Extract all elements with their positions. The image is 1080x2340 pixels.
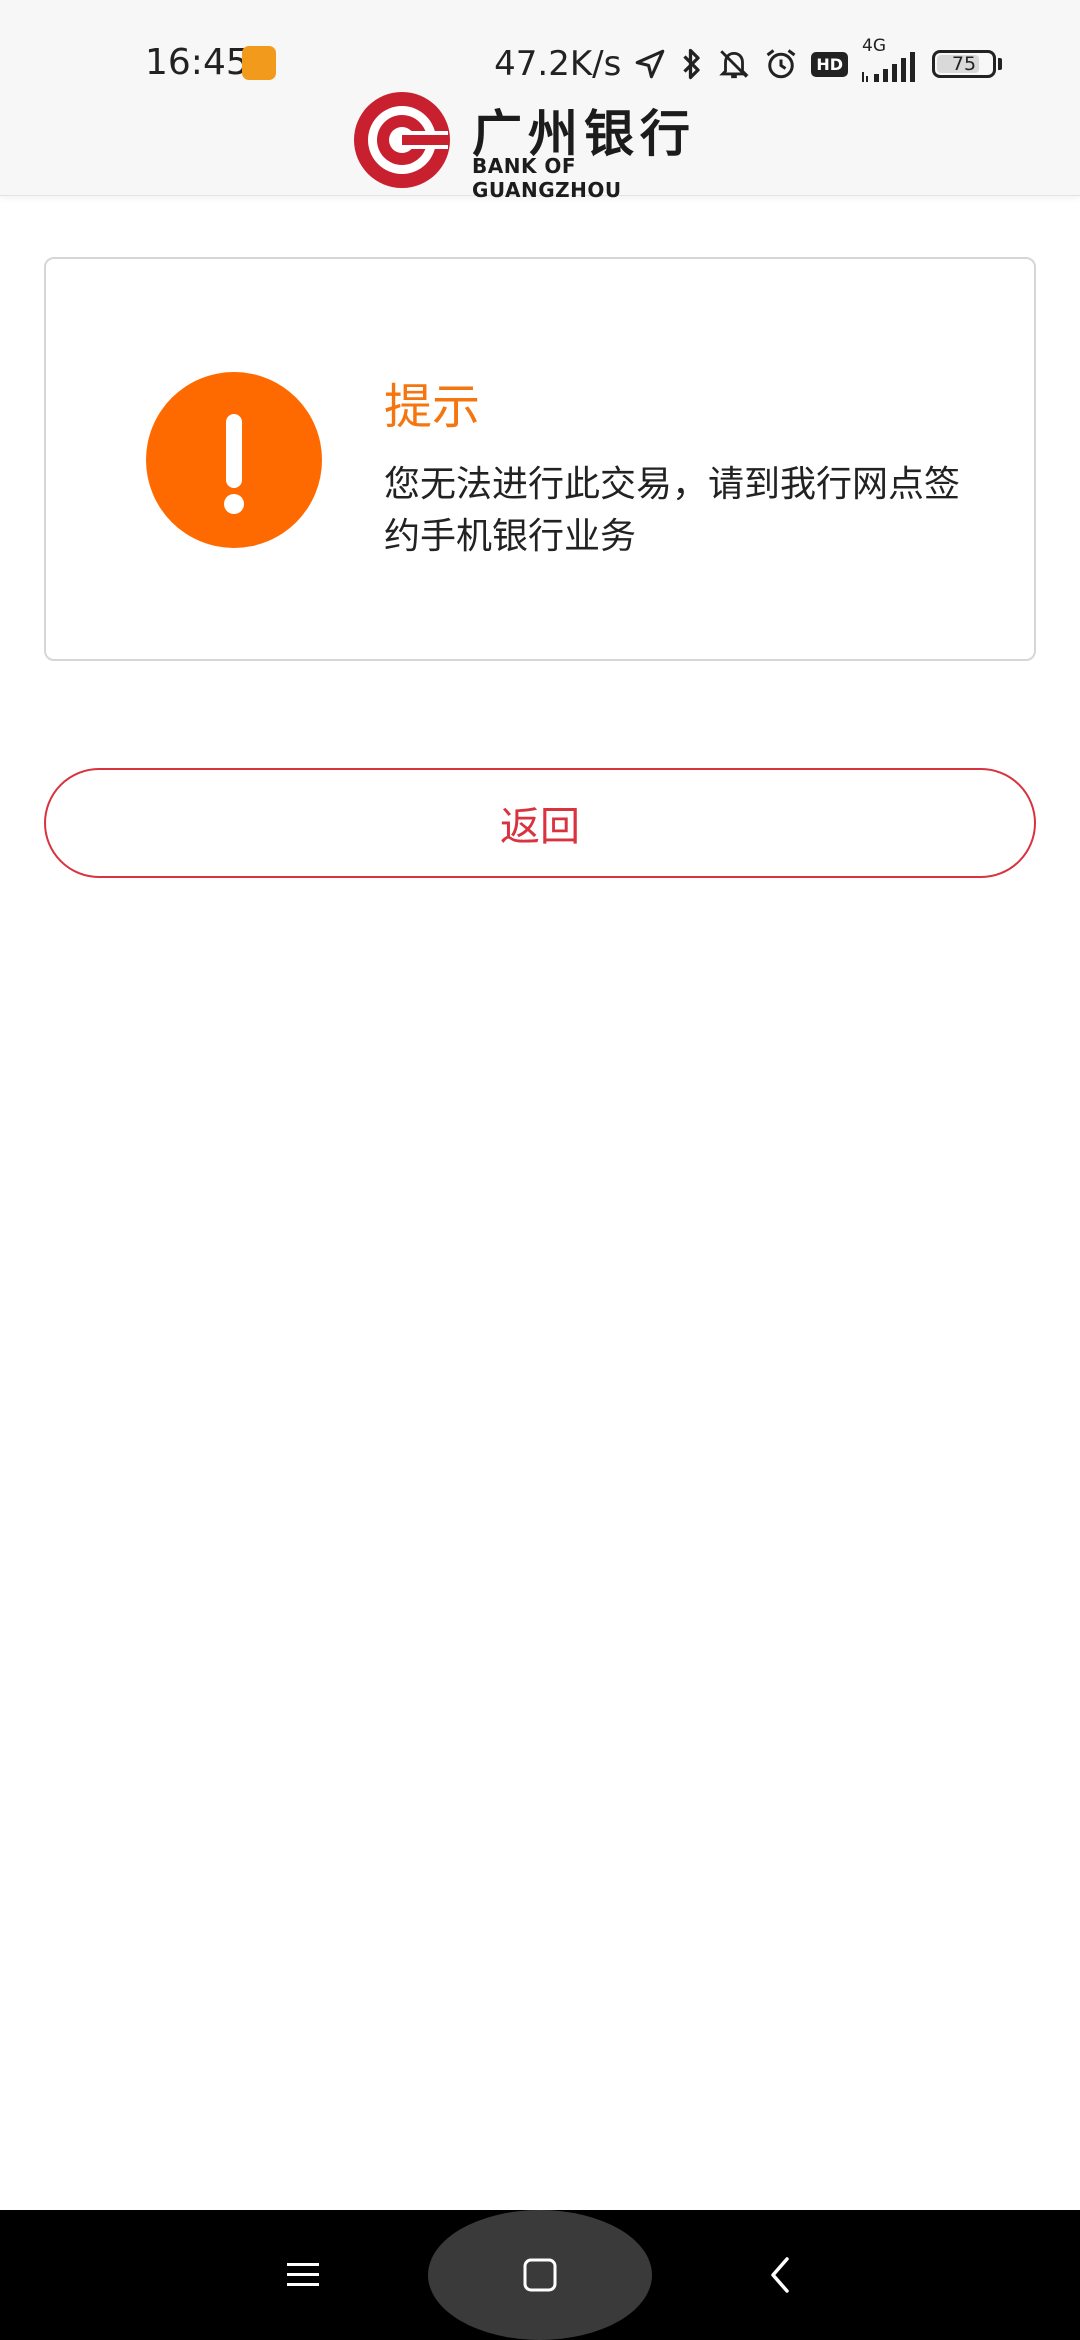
app-header: 16:45 47.2K/s HD 4G 75 广州银行 BANK OF GUAN… [0, 0, 1080, 202]
network-speed: 47.2K/s [494, 44, 622, 84]
chevron-left-icon [771, 2257, 789, 2293]
return-button[interactable]: 返回 [44, 768, 1036, 878]
nav-back-button[interactable] [720, 2210, 840, 2340]
battery-icon: 75 [932, 50, 996, 78]
home-square-icon [523, 2258, 557, 2292]
status-time: 16:45 [145, 42, 249, 83]
bluetooth-icon [679, 46, 705, 82]
exclamation-bar [226, 414, 242, 488]
network-type: 4G [862, 36, 886, 56]
notice-message: 您无法进行此交易，请到我行网点签约手机银行业务 [384, 464, 961, 557]
nav-menu-button[interactable] [243, 2210, 363, 2340]
system-nav-bar [0, 2210, 1080, 2340]
bank-logo: 广州银行 BANK OF GUANGZHOU [352, 90, 732, 202]
location-icon [633, 47, 667, 81]
notice-title: 提示 [384, 379, 481, 435]
vpn-icon [242, 46, 276, 80]
alarm-icon [763, 46, 799, 82]
status-icons: 47.2K/s HD 4G 75 [494, 36, 1002, 86]
bell-off-icon [717, 46, 751, 82]
nav-home-button[interactable] [480, 2210, 600, 2340]
bank-logo-mark [354, 92, 450, 188]
notice-card: 提示 您无法进行此交易，请到我行网点签约手机银行业务 [44, 257, 1036, 661]
bank-name-en: BANK OF GUANGZHOU [472, 154, 622, 202]
cell-signal-icon: 4G [860, 36, 920, 86]
exclamation-circle-icon [146, 372, 322, 548]
battery-nub [998, 58, 1002, 70]
hd-badge: HD [811, 51, 848, 77]
exclamation-dot [224, 494, 244, 514]
menu-icon [287, 2263, 319, 2286]
battery-level: 75 [951, 53, 977, 75]
